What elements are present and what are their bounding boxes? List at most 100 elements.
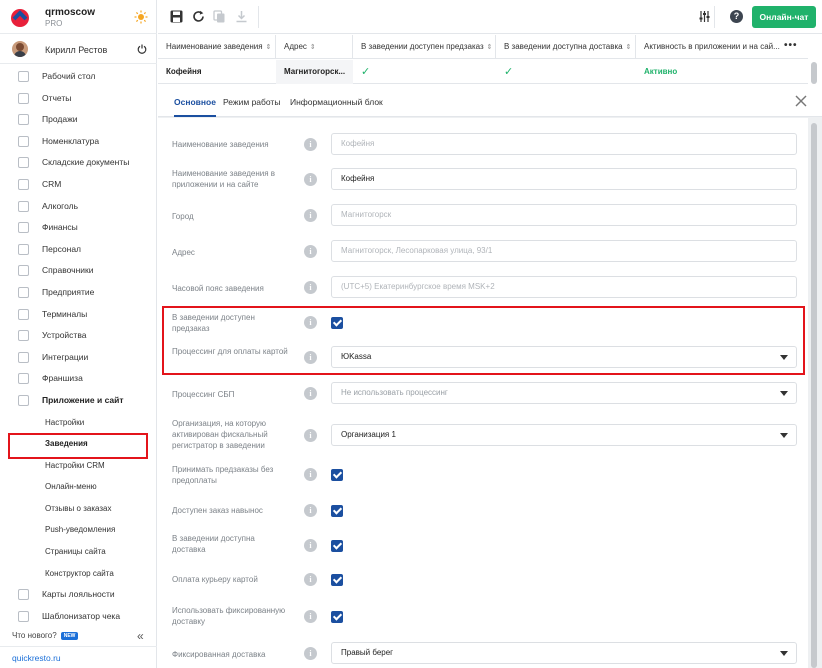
tab-working-hours[interactable]: Режим работы: [223, 87, 280, 117]
column-header-activity[interactable]: Активность в приложении и на сай...: [636, 35, 783, 59]
table-row[interactable]: Кофейня Магнитогорск... ✓ ✓ Активно: [158, 60, 808, 84]
nomenclature-icon: [18, 135, 29, 147]
info-icon[interactable]: i: [304, 387, 317, 400]
sidebar-item-label: Карты лояльности: [42, 589, 115, 600]
info-icon[interactable]: i: [304, 429, 317, 442]
warehouse-icon: [18, 157, 29, 169]
save-icon[interactable]: [170, 10, 183, 23]
tab-main[interactable]: Основное: [174, 87, 216, 117]
field-label: Фиксированная доставка: [172, 650, 266, 659]
footer-site-link[interactable]: quickresto.ru: [0, 646, 157, 668]
sidebar-item-label: Номенклатура: [42, 135, 100, 146]
sidebar-item-label: Интеграции: [42, 351, 89, 362]
sidebar-item-label: Справочники: [42, 265, 94, 276]
help-icon[interactable]: ?: [730, 10, 743, 23]
sidebar-item-dashboard[interactable]: Рабочий стол: [0, 66, 157, 88]
sidebar-item-label: Отчеты: [42, 92, 72, 103]
form-scrollbar[interactable]: [811, 123, 817, 668]
info-icon[interactable]: i: [304, 539, 317, 552]
directories-icon: [18, 265, 29, 277]
sidebar-subitem-label: Онлайн-меню: [45, 482, 97, 492]
column-header-address[interactable]: Адрес ⇕: [276, 35, 353, 59]
column-settings-icon[interactable]: [698, 10, 711, 23]
brand-plan: PRO: [45, 19, 63, 28]
whats-new-link[interactable]: Что нового? NEW: [12, 631, 79, 640]
table-scrollbar[interactable]: [811, 62, 817, 84]
column-header-delivery[interactable]: В заведении доступна доставка ⇕: [496, 35, 636, 59]
sidebar-item-reports[interactable]: Отчеты: [0, 88, 157, 110]
select-value: Не использовать процессинг: [341, 388, 448, 397]
sidebar-item-app-and-site[interactable]: Приложение и сайт: [0, 390, 157, 412]
field-label: В заведении доступна доставка: [172, 534, 255, 554]
cell-name: Кофейня: [166, 67, 202, 76]
info-icon[interactable]: i: [304, 138, 317, 151]
copy-icon[interactable]: [213, 10, 226, 23]
timezone-input[interactable]: (UTC+5) Екатеринбургское время MSK+2: [331, 276, 797, 298]
download-icon[interactable]: [235, 10, 248, 23]
delivery-checkbox[interactable]: [331, 540, 343, 552]
cell-preorder: ✓: [361, 66, 371, 78]
sidebar-item-directories[interactable]: Справочники: [0, 260, 157, 282]
refresh-icon[interactable]: [192, 10, 205, 23]
info-icon[interactable]: i: [304, 647, 317, 660]
theme-sun-icon[interactable]: [134, 10, 148, 24]
sidebar-item-nomenclature[interactable]: Номенклатура: [0, 131, 157, 153]
sidebar-item-devices[interactable]: Устройства: [0, 325, 157, 347]
receipt-icon: [18, 610, 29, 622]
sbp-select[interactable]: Не использовать процессинг: [331, 382, 797, 404]
more-options-icon[interactable]: •••: [784, 35, 798, 57]
sidebar: qrmoscow PRO Кирилл Рестов Рабочий стол …: [0, 0, 157, 668]
sidebar-item-integrations[interactable]: Интеграции: [0, 347, 157, 369]
sidebar-subitem-order-reviews[interactable]: Отзывы о заказах: [0, 498, 157, 520]
tab-info-block[interactable]: Информационный блок: [290, 87, 383, 117]
close-icon[interactable]: [795, 95, 807, 107]
cell-address: Магнитогорск...: [276, 60, 353, 84]
sidebar-subitem-online-menu[interactable]: Онлайн-меню: [0, 476, 157, 498]
sidebar-item-crm[interactable]: CRM: [0, 174, 157, 196]
select-value: Правый берег: [341, 648, 394, 657]
user-profile[interactable]: Кирилл Рестов: [0, 34, 157, 64]
sidebar-item-franchise[interactable]: Франшиза: [0, 368, 157, 390]
info-icon[interactable]: i: [304, 504, 317, 517]
sidebar-item-enterprise[interactable]: Предприятие: [0, 282, 157, 304]
app-name-input[interactable]: Кофейня: [331, 168, 797, 190]
select-value: Организация 1: [341, 430, 396, 439]
info-icon[interactable]: i: [304, 281, 317, 294]
online-chat-button[interactable]: Онлайн-чат: [752, 6, 816, 28]
sidebar-item-terminals[interactable]: Терминалы: [0, 304, 157, 326]
sidebar-item-sales[interactable]: Продажи: [0, 109, 157, 131]
info-icon[interactable]: i: [304, 468, 317, 481]
organization-select[interactable]: Организация 1: [331, 424, 797, 446]
collapse-sidebar-icon[interactable]: «: [137, 629, 144, 643]
sidebar-item-finance[interactable]: Финансы: [0, 217, 157, 239]
address-input[interactable]: Магнитогорск, Лесопарковая улица, 93/1: [331, 240, 797, 262]
sidebar-item-warehouse-docs[interactable]: Складские документы: [0, 152, 157, 174]
sidebar-subitem-site-builder[interactable]: Конструктор сайта: [0, 563, 157, 585]
column-header-name[interactable]: Наименование заведения ⇕: [158, 35, 276, 59]
city-input[interactable]: Магнитогорск: [331, 204, 797, 226]
info-icon[interactable]: i: [304, 610, 317, 623]
takeaway-checkbox[interactable]: [331, 505, 343, 517]
info-icon[interactable]: i: [304, 173, 317, 186]
sidebar-item-label: Устройства: [42, 330, 87, 341]
sidebar-subitem-settings[interactable]: Настройки: [0, 412, 157, 434]
info-icon[interactable]: i: [304, 245, 317, 258]
power-icon[interactable]: [137, 44, 147, 54]
sidebar-item-receipt-templates[interactable]: Шаблонизатор чека: [0, 606, 157, 628]
column-header-preorder[interactable]: В заведении доступен предзаказ ⇕: [353, 35, 496, 59]
courier-card-checkbox[interactable]: [331, 574, 343, 586]
sidebar-item-label: Предприятие: [42, 286, 95, 297]
name-input[interactable]: Кофейня: [331, 133, 797, 155]
sidebar-item-alcohol[interactable]: Алкоголь: [0, 196, 157, 218]
info-icon[interactable]: i: [304, 209, 317, 222]
sidebar-subitem-site-pages[interactable]: Страницы сайта: [0, 541, 157, 563]
fixed-delivery-select[interactable]: Правый берег: [331, 642, 797, 664]
info-icon[interactable]: i: [304, 573, 317, 586]
fixed-delivery-checkbox[interactable]: [331, 611, 343, 623]
brand-header[interactable]: qrmoscow PRO: [0, 0, 157, 34]
no-prepay-checkbox[interactable]: [331, 469, 343, 481]
sidebar-item-loyalty-cards[interactable]: Карты лояльности: [0, 584, 157, 606]
sidebar-subitem-push[interactable]: Push-уведомления: [0, 519, 157, 541]
chevron-down-icon: [780, 433, 788, 438]
sidebar-item-staff[interactable]: Персонал: [0, 239, 157, 261]
